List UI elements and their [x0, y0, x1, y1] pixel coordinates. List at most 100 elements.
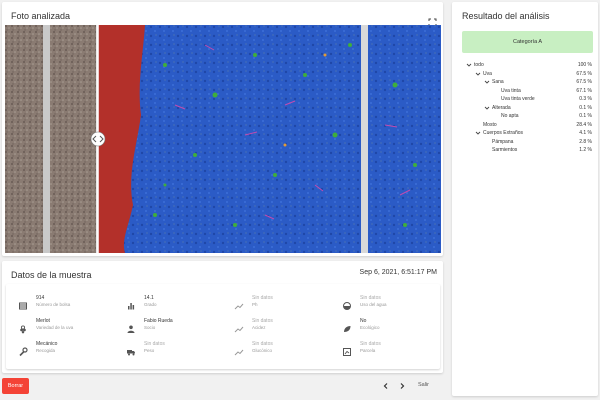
grape-icon [18, 321, 28, 334]
tree-label: Uva [483, 70, 492, 77]
fullscreen-icon[interactable] [428, 14, 437, 27]
tree-value: 2.8 % [579, 138, 592, 145]
chevron-down-icon[interactable] [466, 62, 472, 68]
sample-fields-panel: 914 Número de bolsa 14.1 Grado Sin datos… [6, 284, 440, 369]
wrench-icon [18, 344, 28, 357]
tree-value: 4.1 % [579, 130, 592, 136]
tree-value: 0.1 % [579, 113, 592, 119]
field-grape-variety: Merlot Variedad de la uva [6, 318, 114, 340]
field-label: Número de bolsa [36, 302, 71, 307]
tree-row[interactable]: Sana 67.5 % [462, 78, 592, 87]
field-label: Parcela [360, 348, 376, 353]
analysis-result-card: Resultado del análisis Categoría A todo 1… [452, 2, 598, 396]
field-value: Sin datos [144, 341, 165, 347]
tree-label: Uva tinta verde [501, 96, 535, 102]
field-harvest: Mecánico Recogida [6, 341, 114, 363]
field-weight: Sin datos Peso [114, 341, 222, 363]
tree-row[interactable]: Cuerpos Extraños 4.1 % [462, 129, 592, 138]
sample-data-card: Datos de la muestra Sep 6, 2021, 6:51:17… [2, 261, 443, 373]
category-badge: Categoría A [462, 31, 593, 53]
photo-comparison-image [5, 25, 441, 253]
sample-title: Datos de la muestra [11, 270, 92, 280]
tree-value: 1.2 % [579, 147, 592, 153]
field-label: Socio [144, 325, 156, 330]
field-value: Sin datos [252, 318, 273, 324]
field-value: Fabio Rueda [144, 318, 173, 324]
tree-label: Alterada [492, 104, 511, 111]
field-label: Peso [144, 348, 155, 353]
tree-row[interactable]: Alterada 0.1 % [462, 104, 592, 113]
tree-value: 0.1 % [579, 104, 592, 111]
field-water-use: Sin datos Uso del agua [330, 295, 438, 317]
tree-value: 0.3 % [579, 96, 592, 102]
photo-title: Foto analizada [11, 11, 71, 21]
field-value: 14.1 [144, 295, 154, 301]
chevron-left-icon [383, 383, 388, 389]
tree-label: Mosto [483, 121, 497, 128]
tree-label: todo [474, 62, 484, 68]
tree-row[interactable]: Uva 67.5 % [462, 70, 592, 79]
tree-label: Uva tinta [501, 87, 521, 94]
tree-row: Pámpana 2.8 % [462, 138, 592, 147]
field-plot: Sin datos Parcela [330, 341, 438, 363]
next-button[interactable] [397, 381, 407, 391]
field-label: Glucónico [252, 348, 273, 353]
leaf-icon [342, 321, 352, 332]
sample-date: Sep 6, 2021, 6:51:17 PM [359, 269, 437, 276]
tree-label: No apta [501, 113, 519, 119]
chevron-down-icon[interactable] [475, 71, 481, 77]
field-label: Ecológico [360, 325, 380, 330]
tree-row: No apta 0.1 % [462, 112, 592, 121]
field-value: Sin datos [360, 341, 381, 347]
field-label: Recogida [36, 348, 56, 353]
field-value: Mecánico [36, 341, 58, 347]
result-tree: todo 100 % Uva 67.5 % Sana 67.5 % Uva tinta 67.… [462, 61, 592, 155]
field-value: Sin datos [252, 295, 273, 301]
field-grade: 14.1 Grado [114, 295, 222, 317]
tree-label: Sana [492, 79, 504, 85]
delete-button[interactable]: Borrar [2, 378, 29, 394]
tree-row[interactable]: todo 100 % [462, 61, 592, 70]
field-organic: No Ecológico [330, 318, 438, 340]
analyzed-photo[interactable] [5, 25, 441, 253]
tree-value: 67.5 % [576, 79, 592, 85]
chevron-right-icon [400, 383, 405, 389]
table-icon [18, 298, 28, 310]
previous-button[interactable] [381, 381, 391, 391]
tree-row: Uva tinta 67.1 % [462, 87, 592, 96]
map-icon [342, 344, 352, 356]
tree-value: 67.5 % [576, 70, 592, 77]
field-label: Variedad de la uva [36, 325, 74, 330]
tree-row: Uva tinta verde 0.3 % [462, 95, 592, 104]
trend-icon [234, 321, 244, 333]
truck-icon [126, 344, 136, 356]
field-value: No [360, 318, 367, 324]
exit-button[interactable]: Salir [418, 382, 429, 388]
field-gluconic: Sin datos Glucónico [222, 341, 330, 363]
tree-row: Sarmientos 1.2 % [462, 146, 592, 155]
gauge-icon [342, 298, 352, 310]
photo-card: Foto analizada [2, 2, 443, 256]
field-value: Sin datos [252, 341, 273, 347]
chevron-down-icon[interactable] [484, 79, 490, 85]
chevron-down-icon[interactable] [475, 130, 481, 136]
tree-label: Pámpana [492, 138, 514, 145]
trend-icon [234, 344, 244, 356]
person-icon [126, 321, 136, 333]
trend-icon [234, 298, 244, 310]
field-value: 914 [36, 295, 45, 301]
field-acidity: Sin datos Acidez [222, 318, 330, 340]
tree-label: Cuerpos Extraños [483, 130, 524, 136]
field-bag-number: 914 Número de bolsa [6, 295, 114, 317]
result-title: Resultado del análisis [462, 11, 550, 21]
tree-row: Mosto 28.4 % [462, 121, 592, 130]
tree-value: 100 % [577, 62, 592, 68]
field-ph: Sin datos Ph [222, 295, 330, 317]
tree-value: 67.1 % [576, 87, 592, 94]
field-value: Sin datos [360, 295, 381, 301]
split-handle[interactable] [90, 131, 106, 147]
field-value: Merlot [36, 318, 50, 324]
tree-value: 28.4 % [576, 121, 592, 128]
chevron-down-icon[interactable] [484, 105, 490, 111]
field-partner: Fabio Rueda Socio [114, 318, 222, 340]
